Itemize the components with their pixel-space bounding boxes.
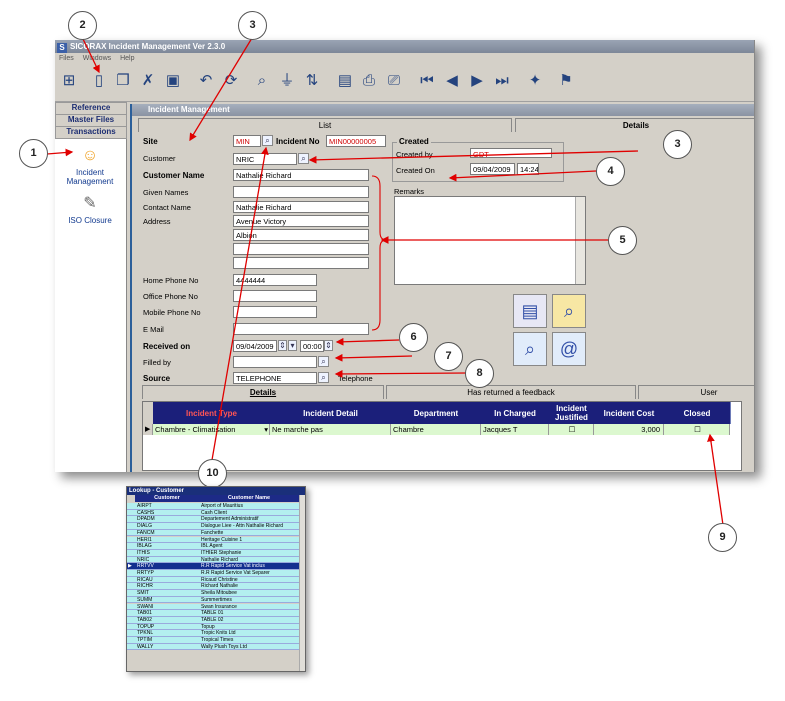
lookup-cell-name: Tropical Times <box>201 637 234 643</box>
address-bracket <box>371 175 387 331</box>
annotation-arrows <box>46 37 724 526</box>
lookup-cell-code: ITHIS <box>137 549 150 556</box>
lookup-cell-code: RICAU <box>137 576 153 583</box>
lookup-cell-name: IBL Agent <box>201 543 223 550</box>
lookup-cell-name: Fanchette <box>201 529 224 536</box>
lookup-cell-name: Cash Client <box>201 509 227 516</box>
lookup-row[interactable]: SUMM Summertimes <box>127 596 299 604</box>
lookup-cell-name: Tropic Knits Ltd <box>201 630 236 637</box>
lookup-cell-code: DPADM <box>137 516 155 523</box>
arrow-7 <box>334 353 413 362</box>
lookup-title: Lookup - Customer <box>127 487 305 495</box>
lookup-cell-name: Departement Administratif <box>201 516 259 523</box>
lookup-cell-name: Swan Insurance <box>201 603 237 610</box>
lookup-scrollbar[interactable] <box>299 495 305 671</box>
annotation-1: 1 <box>19 139 48 168</box>
annotation-8: 8 <box>465 359 494 388</box>
lookup-cell-name: R.R Rapid Service Vat Separer <box>201 570 270 576</box>
arrow-9 <box>707 433 724 526</box>
lookup-row[interactable]: DIALG Dialogue Liee - Attn Nathalie Richa… <box>127 523 299 530</box>
lookup-row[interactable]: HERI1 Heritage Cuisine 1 <box>127 536 299 544</box>
lookup-cell-code: HERI1 <box>137 536 152 543</box>
lookup-cell-code: RRTVV <box>137 563 154 570</box>
lookup-row[interactable]: TOPUP Topup <box>127 623 299 631</box>
lookup-cell-code: RRTYP <box>137 570 154 576</box>
annotation-2: 2 <box>68 11 97 40</box>
lookup-cell-name: Topup <box>201 623 215 630</box>
lookup-cell-code: RICHR <box>137 583 153 590</box>
annotation-3-right: 3 <box>663 130 692 159</box>
arrow-10 <box>211 146 269 461</box>
lookup-rows: AIRPT Airport of Mauritius CASHS Cash Clien… <box>127 503 299 671</box>
row-indicator-icon: ▶ <box>128 563 132 570</box>
lookup-cell-name: Dialogue Liee - Attn Nathalie Richard <box>201 523 283 530</box>
arrow-3a <box>189 37 253 142</box>
annotation-5: 5 <box>608 226 637 255</box>
lookup-row[interactable]: WALLY Wally Plush Toys Ltd <box>127 643 299 651</box>
lookup-cell-name: TABLE 01 <box>201 610 224 617</box>
lookup-cell-name: Summertimes <box>201 596 232 603</box>
lookup-row[interactable]: RRTYP R.R Rapid Service Vat Separer <box>127 570 299 577</box>
lookup-row[interactable]: CASHS Cash Client <box>127 509 299 517</box>
lookup-row[interactable]: NRIC Nathalie Richard <box>127 556 299 564</box>
lookup-cell-code: IBLAG <box>137 543 152 550</box>
lookup-row[interactable]: RRTVV R.R Rapid Service Vat inclus ▶ <box>127 563 299 570</box>
lookup-cell-code: FANCM <box>137 529 155 536</box>
lookup-row[interactable]: RICAU Ricaud Christine <box>127 576 299 584</box>
lookup-row[interactable]: AIRPT Airport of Mauritius <box>127 503 299 510</box>
arrow-3b <box>308 150 639 164</box>
annotation-4: 4 <box>596 157 625 186</box>
lookup-row[interactable]: ITHIS ITHIER Stephanie <box>127 549 299 557</box>
lookup-cell-code: NRIC <box>137 556 150 563</box>
lookup-cell-code: SMIT <box>137 590 149 597</box>
lookup-cell-code: AIRPT <box>137 503 152 509</box>
annotation-7: 7 <box>434 342 463 371</box>
lookup-cell-name: R.R Rapid Service Vat inclus <box>201 563 265 570</box>
lookup-row[interactable]: IBLAG IBL Agent <box>127 543 299 550</box>
lookup-row[interactable]: TPKNL Tropic Knits Ltd <box>127 630 299 637</box>
lookup-cell-code: SWANI <box>137 603 154 610</box>
lookup-cell-code: SUMM <box>137 596 153 603</box>
lookup-cell-code: TPKNL <box>137 630 154 637</box>
lookup-column-customer-name[interactable]: Customer Name <box>199 495 299 502</box>
arrow-8 <box>334 370 468 378</box>
lookup-cell-name: Ricaud Christine <box>201 576 238 583</box>
annotation-9: 9 <box>708 523 737 552</box>
arrow-2 <box>82 38 100 74</box>
annotation-3-top: 3 <box>238 11 267 40</box>
lookup-cell-code: WALLY <box>137 643 154 650</box>
lookup-cell-code: TAB02 <box>137 616 152 623</box>
arrow-6 <box>335 337 400 346</box>
lookup-row[interactable]: DPADM Departement Administratif <box>127 516 299 524</box>
lookup-cell-name: ITHIER Stephanie <box>201 549 242 556</box>
lookup-cell-code: CASHS <box>137 509 155 516</box>
arrow-4 <box>448 170 597 182</box>
lookup-row[interactable]: TAB01 TABLE 01 <box>127 610 299 617</box>
lookup-row[interactable]: TPTIM Tropical Times <box>127 637 299 644</box>
lookup-row[interactable]: SMIT Sheila Mitoubee <box>127 590 299 597</box>
lookup-row[interactable]: FANCM Fanchette <box>127 529 299 537</box>
lookup-cell-code: TAB01 <box>137 610 152 617</box>
lookup-cell-name: Wally Plush Toys Ltd <box>201 643 247 650</box>
annotation-6: 6 <box>399 323 428 352</box>
lookup-cell-code: TOPUP <box>137 623 155 630</box>
lookup-cell-name: Airport of Mauritius <box>201 503 243 509</box>
lookup-cell-name: Sheila Mitoubee <box>201 590 237 597</box>
lookup-row[interactable]: SWANI Swan Insurance <box>127 603 299 611</box>
lookup-row[interactable]: RICHR Richard Nathalie <box>127 583 299 591</box>
lookup-cell-code: DIALG <box>137 523 153 530</box>
lookup-cell-code: TPTIM <box>137 637 152 643</box>
lookup-column-customer[interactable]: Customer <box>135 495 199 502</box>
lookup-row[interactable]: TAB02 TABLE 02 <box>127 616 299 624</box>
lookup-cell-name: TABLE 02 <box>201 616 224 623</box>
lookup-cell-name: Nathalie Richard <box>201 556 238 563</box>
arrow-1 <box>46 148 74 157</box>
lookup-customer-window: Lookup - Customer Customer Customer Name… <box>126 486 306 672</box>
annotation-10: 10 <box>198 459 227 488</box>
lookup-cell-name: Heritage Cuisine 1 <box>201 536 243 543</box>
lookup-cell-name: Richard Nathalie <box>201 583 238 590</box>
